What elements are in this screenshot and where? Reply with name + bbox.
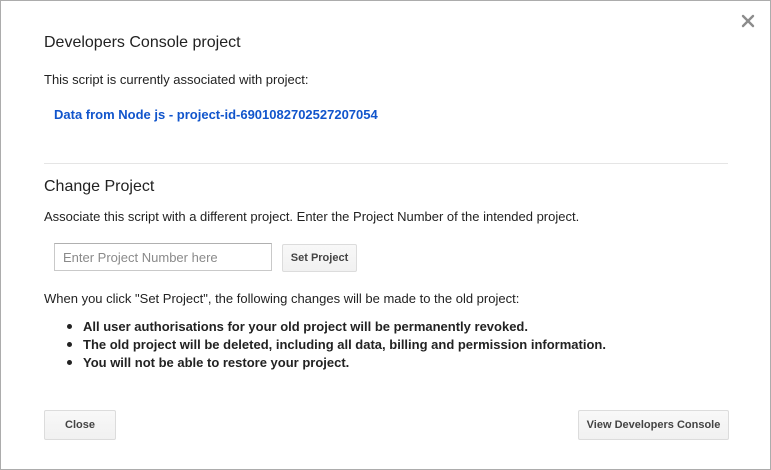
- warning-item-text: The old project will be deleted, includi…: [83, 337, 606, 352]
- change-project-description: Associate this script with a different p…: [44, 209, 580, 224]
- warning-list: All user authorisations for your old pro…: [67, 318, 606, 372]
- warning-item-text: All user authorisations for your old pro…: [83, 319, 528, 334]
- section-divider: [44, 163, 728, 164]
- warning-intro: When you click "Set Project", the follow…: [44, 291, 520, 306]
- association-text: This script is currently associated with…: [44, 72, 309, 87]
- developers-console-dialog: Developers Console project This script i…: [0, 0, 771, 470]
- view-developers-console-button[interactable]: View Developers Console: [578, 410, 729, 440]
- bullet-icon: [67, 324, 72, 329]
- warning-item-delete: The old project will be deleted, includi…: [67, 336, 606, 353]
- bullet-icon: [67, 360, 72, 365]
- close-icon[interactable]: [741, 14, 755, 28]
- warning-item-revoke: All user authorisations for your old pro…: [67, 318, 606, 335]
- project-number-input[interactable]: [54, 243, 272, 271]
- current-project-link[interactable]: Data from Node js - project-id-690108270…: [54, 107, 378, 122]
- change-project-title: Change Project: [44, 178, 155, 195]
- close-button[interactable]: Close: [44, 410, 116, 440]
- bullet-icon: [67, 342, 72, 347]
- warning-item-restore: You will not be able to restore your pro…: [67, 354, 606, 371]
- dialog-title: Developers Console project: [44, 34, 241, 51]
- warning-item-text: You will not be able to restore your pro…: [83, 355, 350, 370]
- set-project-button[interactable]: Set Project: [282, 244, 357, 272]
